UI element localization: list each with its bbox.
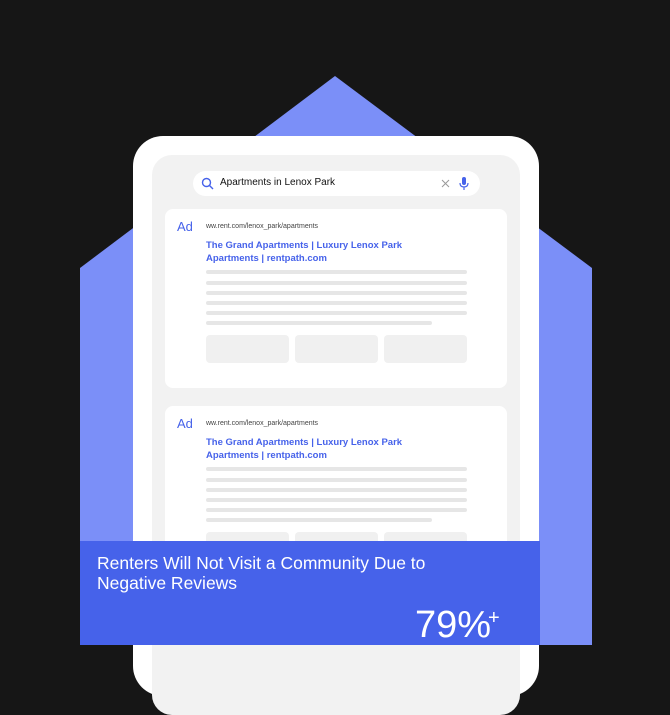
- text-placeholder: [206, 467, 467, 471]
- sitelink-placeholder: [295, 335, 378, 363]
- search-bar[interactable]: Apartments in Lenox Park: [193, 171, 480, 196]
- sitelink-placeholder: [384, 335, 467, 363]
- result-title-link[interactable]: The Grand Apartments | Luxury Lenox Park…: [206, 436, 436, 462]
- result-url: ww.rent.com/lenox_park/apartments: [206, 223, 319, 230]
- text-placeholder: [206, 498, 467, 502]
- ad-result-card[interactable]: Ad ww.rent.com/lenox_park/apartments The…: [165, 209, 507, 388]
- text-placeholder: [206, 518, 432, 522]
- text-placeholder: [206, 488, 467, 492]
- text-placeholder: [206, 321, 432, 325]
- text-placeholder: [206, 508, 467, 512]
- text-placeholder: [206, 301, 467, 305]
- microphone-icon[interactable]: [459, 177, 469, 191]
- clear-icon[interactable]: [441, 179, 450, 188]
- ad-badge: Ad: [177, 416, 193, 431]
- text-placeholder: [206, 281, 467, 285]
- text-placeholder: [206, 291, 467, 295]
- search-icon: [201, 177, 214, 190]
- result-url: ww.rent.com/lenox_park/apartments: [206, 420, 319, 427]
- sitelink-placeholder: [206, 335, 289, 363]
- text-placeholder: [206, 478, 467, 482]
- result-title-link[interactable]: The Grand Apartments | Luxury Lenox Park…: [206, 239, 436, 265]
- ad-badge: Ad: [177, 219, 193, 234]
- stat-suffix: +: [488, 607, 500, 629]
- search-input[interactable]: Apartments in Lenox Park: [220, 177, 335, 188]
- stat-value: 79%: [415, 604, 492, 646]
- text-placeholder: [206, 270, 467, 274]
- text-placeholder: [206, 311, 467, 315]
- stat-banner: Renters Will Not Visit a Community Due t…: [80, 541, 540, 645]
- banner-heading: Renters Will Not Visit a Community Due t…: [97, 553, 426, 593]
